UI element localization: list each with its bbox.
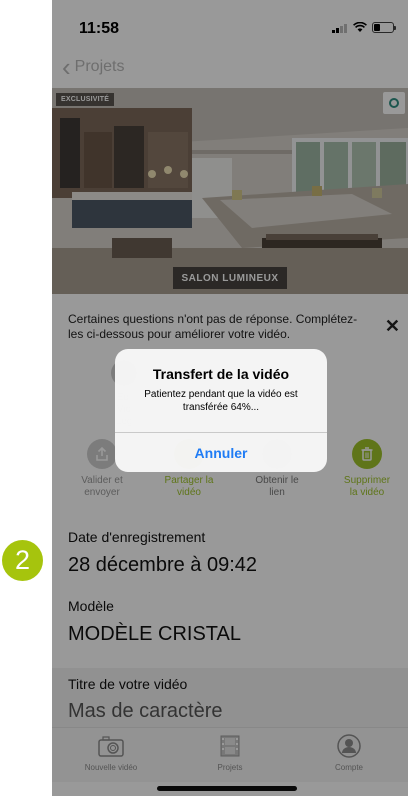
alert-title: Transfert de la vidéo — [152, 366, 290, 382]
alert-cancel-button[interactable]: Annuler — [115, 433, 327, 472]
alert-message: Patientez pendant que la vidéo est trans… — [144, 389, 298, 413]
phone-screen: 11:58 ‹ Projets EXCLUSIVITÉ SALON LUMINE… — [52, 0, 408, 796]
step-number-badge: 2 — [2, 540, 43, 581]
upload-progress-alert: Transfert de la vidéo Patientez pendant … — [115, 349, 327, 472]
